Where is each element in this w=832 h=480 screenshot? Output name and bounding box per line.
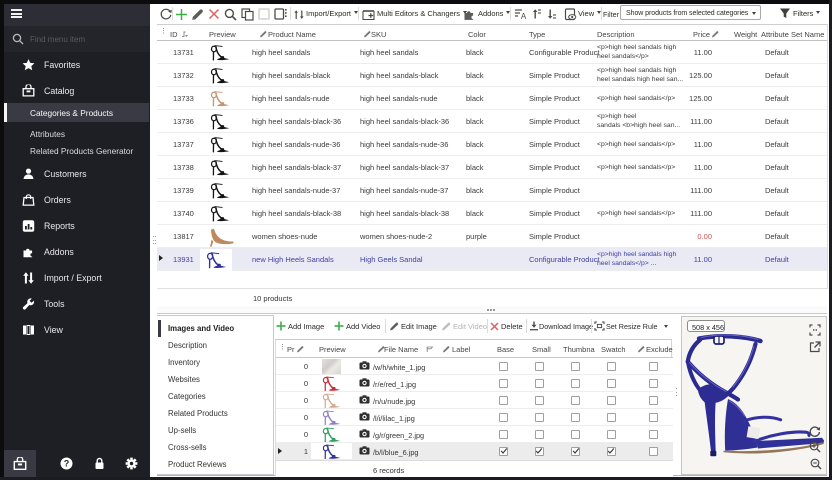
svg-text:?: ? [64,459,70,469]
svg-text:A: A [521,12,527,20]
